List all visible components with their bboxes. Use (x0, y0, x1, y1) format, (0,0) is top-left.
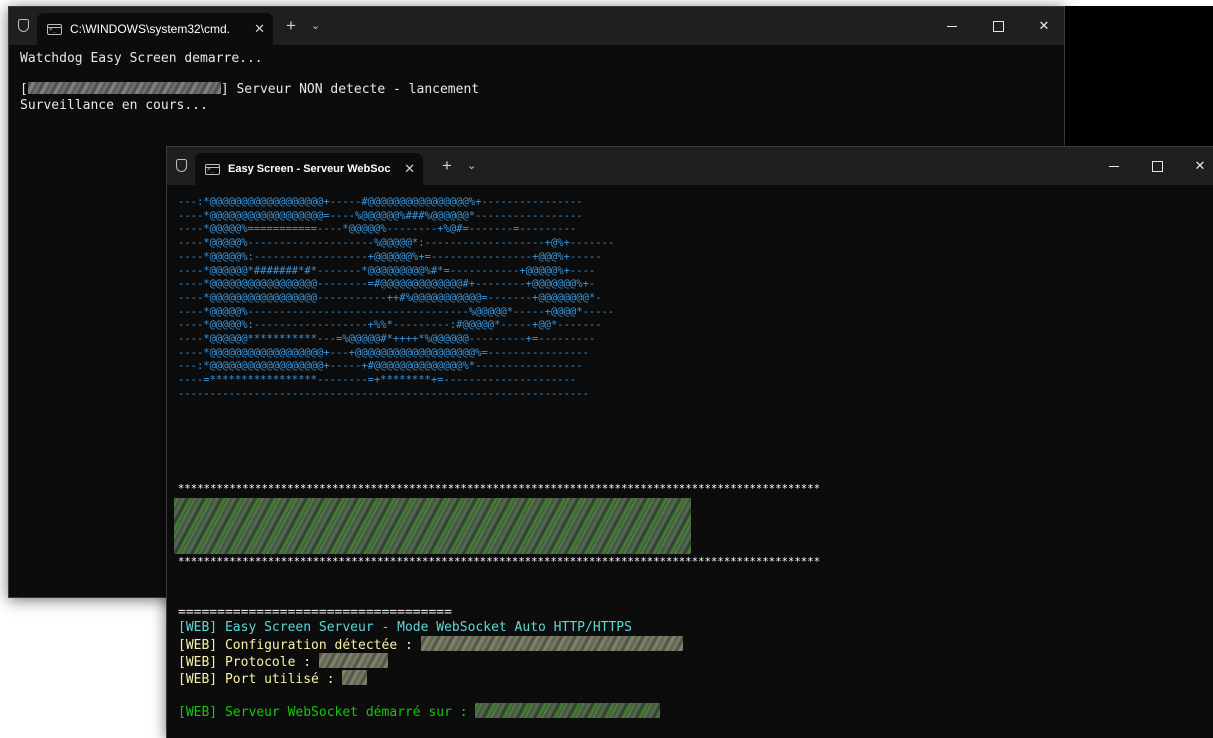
plus-icon[interactable]: + (286, 16, 296, 36)
redacted-port-value (342, 670, 368, 686)
ascii-art-line: ---:*@@@@@@@@@@@@@@@@@@+-----+#@@@@@@@@@… (178, 360, 583, 373)
tab-cmd[interactable]: C:\WINDOWS\system32\cmd. ✕ (37, 13, 273, 45)
redacted-protocol-value (318, 652, 388, 668)
ascii-art-line: ----------------------------------------… (178, 387, 589, 400)
ascii-art-line: ----*@@@@@@@@@@@@@@@@@-----------++#%@@@… (178, 291, 602, 304)
ascii-art-line: ----*@@@@@%:------------------+@@@@@@%+=… (178, 250, 602, 263)
ascii-art-line: ----*@@@@@%-----------------------------… (178, 305, 615, 318)
redacted-block (27, 82, 221, 95)
tab-title: C:\WINDOWS\system32\cmd. (70, 22, 231, 36)
ascii-art-line: ----*@@@@@%===========----*@@@@@%-------… (178, 223, 577, 236)
terminal-tab-icon (205, 163, 220, 175)
redacted-banner (174, 498, 691, 554)
ascii-art-line: ----*@@@@@@***********---=%@@@@@#*++++*%… (178, 333, 596, 346)
web-port-label: [WEB] Port utilisé : (178, 672, 343, 688)
shield-icon (176, 159, 187, 172)
close-icon[interactable]: ✕ (246, 21, 265, 37)
terminal-tab-icon (47, 23, 62, 35)
maximize-icon[interactable] (975, 7, 1021, 45)
minimize-icon[interactable] (929, 7, 975, 45)
terminal-line: Watchdog Easy Screen demarre... (20, 51, 263, 66)
redacted-config-value (420, 635, 683, 651)
shield-icon (18, 19, 29, 32)
web-title-line: [WEB] Easy Screen Serveur - Mode WebSock… (178, 620, 632, 636)
ascii-art-line: ----=*****************--------=+********… (178, 374, 577, 387)
ascii-art-line: ----*@@@@@@*#######*#*-------*@@@@@@@@@%… (178, 264, 596, 277)
minimize-icon[interactable] (1091, 147, 1137, 185)
tab-easy-screen[interactable]: Easy Screen - Serveur WebSoc ✕ (195, 153, 423, 185)
chevron-down-icon[interactable]: ⌄ (311, 19, 320, 32)
cmd-window-easy-screen: Easy Screen - Serveur WebSoc ✕ + ⌄ ✕ ---… (166, 146, 1213, 738)
web-started-label: [WEB] Serveur WebSocket démarré sur : (178, 704, 476, 720)
ascii-art-line: ----*@@@@@%--------------------%@@@@@*:-… (178, 237, 615, 250)
stars-line-top: ****************************************… (178, 483, 821, 495)
terminal-text: [ (20, 82, 28, 98)
titlebar: Easy Screen - Serveur WebSoc ✕ + ⌄ ✕ (167, 147, 1213, 185)
ascii-art-logo: ---:*@@@@@@@@@@@@@@@@@@+-----#@@@@@@@@@@… (178, 196, 614, 402)
close-icon[interactable]: ✕ (1177, 147, 1213, 185)
plus-icon[interactable]: + (442, 156, 452, 176)
tab-title: Easy Screen - Serveur WebSoc (228, 163, 391, 175)
web-config-label: [WEB] Configuration détectée : (178, 637, 421, 653)
ascii-art-line: ----*@@@@@%:------------------+%%*------… (178, 319, 602, 332)
chevron-down-icon[interactable]: ⌄ (467, 159, 476, 172)
close-icon[interactable]: ✕ (396, 161, 415, 177)
close-icon[interactable]: ✕ (1021, 7, 1064, 45)
titlebar: C:\WINDOWS\system32\cmd. ✕ + ⌄ ✕ (9, 7, 1064, 45)
terminal-text: ] Serveur NON detecte - lancement (220, 82, 480, 98)
ascii-art-line: ---:*@@@@@@@@@@@@@@@@@@+-----#@@@@@@@@@@… (178, 196, 583, 208)
ascii-art-line: ----*@@@@@@@@@@@@@@@@@@+---+@@@@@@@@@@@@… (178, 346, 589, 359)
terminal-output: Watchdog Easy Screen demarre... [ ] Serveu… (9, 45, 1064, 113)
terminal-line: Surveillance en cours... (20, 97, 208, 113)
web-protocol-label: [WEB] Protocole : (178, 654, 319, 670)
web-log: =================================== [WEB]… (178, 605, 683, 720)
stars-line-bottom: ****************************************… (178, 556, 821, 568)
background-black-area (1065, 6, 1213, 146)
ascii-art-line: ----*@@@@@@@@@@@@@@@@@@=----%@@@@@@%###%… (178, 209, 583, 222)
ascii-art-line: ----*@@@@@@@@@@@@@@@@@--------=#@@@@@@@@… (178, 278, 596, 291)
maximize-icon[interactable] (1134, 147, 1180, 185)
redacted-server-url (475, 702, 661, 718)
separator-line: =================================== (178, 605, 452, 620)
